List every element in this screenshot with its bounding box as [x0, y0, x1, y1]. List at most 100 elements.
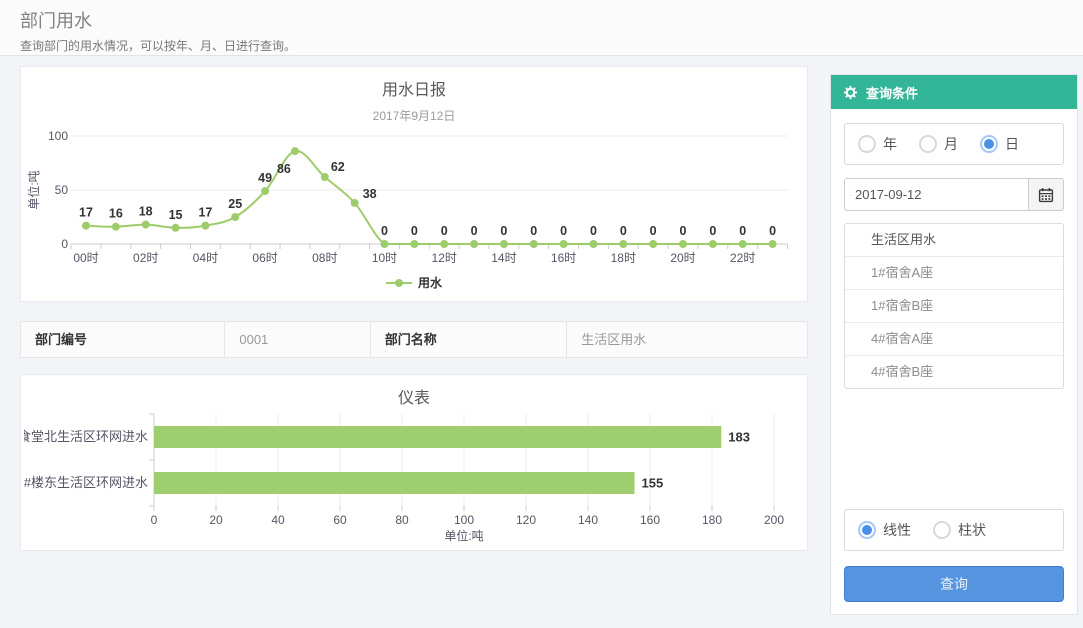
meter-bar[interactable] — [154, 472, 635, 494]
data-point[interactable] — [769, 240, 777, 248]
y-tick-label: 100 — [48, 129, 68, 143]
radio-icon[interactable] — [980, 135, 998, 153]
legend-item-usage[interactable]: 用水 — [386, 274, 442, 291]
dept-name-label: 部门名称 — [371, 322, 568, 357]
data-point-label: 0 — [620, 224, 627, 238]
department-tree: 生活区用水1#宿舍A座1#宿舍B座4#宿舍A座4#宿舍B座 — [844, 223, 1064, 389]
query-panel-body: 年月日 生活区用水1#宿舍A座1#宿舍B座4# — [831, 109, 1077, 614]
data-point[interactable] — [410, 240, 418, 248]
bar-value-label: 155 — [642, 476, 664, 491]
meter-bar[interactable] — [154, 426, 721, 448]
query-panel-title: 查询条件 — [866, 83, 918, 102]
tree-item[interactable]: 4#宿舍B座 — [845, 356, 1063, 388]
data-point[interactable] — [231, 213, 239, 221]
meters-bar-chart[interactable]: 020406080100120140160180200单位:吨183食堂北生活区… — [24, 408, 804, 546]
meters-card: 仪表 020406080100120140160180200单位:吨183食堂北… — [20, 374, 808, 551]
data-point-label: 0 — [471, 224, 478, 238]
data-point-label: 62 — [331, 160, 345, 174]
dept-code-label: 部门编号 — [21, 322, 225, 357]
data-point-label: 86 — [277, 162, 291, 176]
x-tick-label: 20 — [209, 513, 223, 527]
radio-icon[interactable] — [933, 521, 951, 539]
x-tick-label: 20时 — [670, 251, 695, 265]
data-point[interactable] — [112, 223, 120, 231]
x-tick-label: 00时 — [73, 251, 98, 265]
data-point-label: 0 — [680, 224, 687, 238]
tree-item[interactable]: 1#宿舍B座 — [845, 290, 1063, 323]
department-info-table: 部门编号 0001 部门名称 生活区用水 — [20, 321, 808, 358]
data-point[interactable] — [500, 240, 508, 248]
daily-usage-card: 用水日报 2017年9月12日 050100单位:吨00时02时04时06时08… — [20, 66, 808, 302]
data-point-label: 0 — [560, 224, 567, 238]
radio-icon[interactable] — [858, 521, 876, 539]
chart-type-option[interactable]: 柱状 — [933, 520, 986, 540]
data-point[interactable] — [619, 240, 627, 248]
data-point[interactable] — [351, 199, 359, 207]
line-chart-legend: 用水 — [21, 274, 807, 291]
radio-label: 月 — [944, 134, 958, 154]
data-point[interactable] — [530, 240, 538, 248]
data-point-label: 0 — [769, 224, 776, 238]
period-option[interactable]: 日 — [980, 134, 1019, 154]
x-tick-label: 100 — [454, 513, 474, 527]
data-point[interactable] — [142, 221, 150, 229]
x-tick-label: 04时 — [193, 251, 218, 265]
daily-usage-line-chart[interactable]: 050100单位:吨00时02时04时06时08时10时12时14时16时18时… — [24, 124, 804, 274]
data-point-label: 17 — [198, 206, 212, 220]
data-point[interactable] — [321, 173, 329, 181]
data-point[interactable] — [82, 222, 90, 230]
data-point[interactable] — [261, 187, 269, 195]
data-point[interactable] — [470, 240, 478, 248]
x-tick-label: 120 — [516, 513, 536, 527]
x-tick-label: 140 — [578, 513, 598, 527]
data-point[interactable] — [291, 147, 299, 155]
calendar-icon — [1038, 187, 1054, 203]
data-point-label: 15 — [169, 208, 183, 222]
radio-label: 柱状 — [958, 520, 986, 540]
radio-icon[interactable] — [858, 135, 876, 153]
date-input[interactable] — [844, 178, 1028, 211]
data-point[interactable] — [560, 240, 568, 248]
data-point-label: 0 — [500, 224, 507, 238]
data-point[interactable] — [201, 222, 209, 230]
data-point-label: 0 — [530, 224, 537, 238]
bar-category-label: 食堂北生活区环网进水 — [24, 429, 148, 444]
data-point[interactable] — [589, 240, 597, 248]
data-point-label: 0 — [411, 224, 418, 238]
page-title: 部门用水 — [20, 7, 1063, 33]
radio-label: 线性 — [883, 520, 911, 540]
tree-item[interactable]: 生活区用水 — [845, 224, 1063, 257]
data-point-label: 25 — [228, 197, 242, 211]
main-area: 用水日报 2017年9月12日 050100单位:吨00时02时04时06时08… — [0, 56, 1083, 627]
data-point[interactable] — [709, 240, 717, 248]
data-point[interactable] — [440, 240, 448, 248]
query-button[interactable]: 查询 — [844, 566, 1064, 602]
period-option[interactable]: 年 — [858, 134, 897, 154]
y-axis-name: 单位:吨 — [26, 170, 41, 209]
line-series-icon — [386, 278, 412, 288]
gear-icon — [843, 85, 858, 100]
data-point[interactable] — [739, 240, 747, 248]
radio-icon[interactable] — [919, 135, 937, 153]
data-point-label: 38 — [363, 187, 377, 201]
period-option[interactable]: 月 — [919, 134, 958, 154]
data-point[interactable] — [679, 240, 687, 248]
dept-code-value: 0001 — [225, 322, 370, 357]
chart-type-option[interactable]: 线性 — [858, 520, 911, 540]
data-point[interactable] — [381, 240, 389, 248]
data-point-label: 17 — [79, 206, 93, 220]
tree-item[interactable]: 1#宿舍A座 — [845, 257, 1063, 290]
x-tick-label: 08时 — [312, 251, 337, 265]
x-tick-label: 12时 — [432, 251, 457, 265]
data-point-label: 49 — [258, 171, 272, 185]
usage-line — [86, 151, 773, 244]
x-axis-name: 单位:吨 — [444, 528, 483, 543]
data-point[interactable] — [172, 224, 180, 232]
data-point-label: 0 — [650, 224, 657, 238]
tree-item[interactable]: 4#宿舍A座 — [845, 323, 1063, 356]
x-tick-label: 60 — [333, 513, 347, 527]
calendar-button[interactable] — [1028, 178, 1064, 211]
x-tick-label: 16时 — [551, 251, 576, 265]
data-point[interactable] — [649, 240, 657, 248]
data-point-label: 0 — [709, 224, 716, 238]
